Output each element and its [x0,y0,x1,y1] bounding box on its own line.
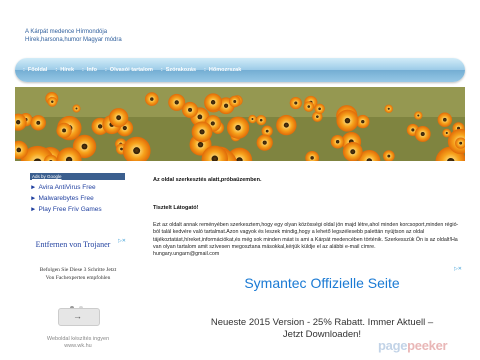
ad-title[interactable]: Symantec Offizielle Seite [210,274,434,293]
flower-center [387,107,390,110]
nav-item-info[interactable]: Info [87,67,97,73]
adchoices-icon[interactable]: ▷✕ [118,238,126,244]
flower-center [387,154,391,158]
flower-center [116,115,122,121]
flower-center [251,118,254,121]
flower-center [316,115,319,118]
flower-center [81,143,88,150]
ad-next-button[interactable]: → [58,308,100,326]
flower-center [233,100,237,103]
flower-field-image [15,87,465,161]
flower-center [16,147,22,153]
site-title[interactable]: A Kárpát medence Hírmondója Hírek,harson… [25,28,122,44]
nav-item-reader-content[interactable]: Olvasói tartalom [110,67,153,73]
flower-center [133,147,141,155]
flower-center [16,120,21,125]
flower-center [150,97,154,101]
sidebar: Ads by Google ► Avira AntiVirus Free ► Mal… [30,173,125,213]
flower-center [174,100,179,105]
flower-center [420,131,425,136]
flower-center [75,107,78,110]
header-banner-image [15,87,465,161]
flower-center [262,140,267,145]
flower-center [417,114,420,117]
flower-center [210,100,216,105]
flower-center [307,105,311,108]
arrow-icon: ► [30,184,37,191]
flower-center [188,107,193,112]
nav-item-news[interactable]: Hírek [60,67,74,73]
flower-center [197,114,203,120]
flower-center [350,149,356,155]
body-text: Ezt az oldalt annak reményében szerkeszt… [153,222,464,258]
flower-center [122,125,127,131]
ad-link-friv-games[interactable]: ► Play Free Friv Games [30,206,125,213]
flower-center [335,140,340,144]
trojan-removal-ad[interactable]: ▷✕ Entfernen von Trojaner Befolgen Sie D… [30,236,126,331]
flower-center [62,128,66,133]
flower-center [265,129,269,133]
flower-center [344,117,351,124]
adchoices-icon[interactable]: ▷✕ [454,266,462,272]
footer-credit-line1: Weboldal készítés ingyen [46,336,110,342]
flower-center [361,119,365,124]
flower-center [443,117,447,122]
footer-credit-line2: www.wk.hu [64,343,92,349]
flower-center [445,131,448,135]
nav-item-weather[interactable]: Hőmozrszak [209,67,241,73]
footer-credit[interactable]: Weboldal készítés ingyen www.wk.hu [33,336,123,350]
flower-center [223,103,229,108]
contact-email[interactable]: hungary.ungarn@gmail.com [153,251,219,257]
ad-link-avira[interactable]: ► Avira AntiVirus Free [30,184,125,191]
arrow-icon: ► [30,195,37,202]
ad-title[interactable]: Entfernen von Trojaner [35,240,111,250]
flower-center [411,128,415,132]
nav-item-entertainment[interactable]: Szórakozás [166,67,196,73]
ad-description: Befolgen Sie Diese 3 Schritte Jetzt Von … [39,267,117,281]
nav-item-home[interactable]: Főoldal [28,67,48,73]
flower-center [310,156,314,160]
flower-center [51,100,54,104]
flower-center [199,129,205,135]
ads-by-google-label[interactable]: Ads by Google [30,173,125,180]
flower-center [459,141,463,145]
flower-center [259,118,263,122]
arrow-right-icon: → [73,311,82,321]
flower-center [36,120,41,125]
main-navigation: : Főoldal : Hírek : Info : Olvasói tarta… [15,58,465,82]
flower-center [318,107,321,111]
body-paragraph: Ezt az oldalt annak reményében szerkeszt… [153,222,459,250]
flower-center [197,141,204,148]
flower-center [294,101,298,105]
arrow-icon: ► [30,206,37,213]
ad-link-malwarebytes[interactable]: ► Malwarebytes Free [30,195,125,202]
pagepeeker-watermark: pagepeeker [378,338,448,353]
flower-center [97,124,103,129]
flower-center [235,124,241,131]
flower-center [283,122,289,128]
site-title-line2: Hírek,harsona,humor Magyar módra [25,37,122,43]
page-heading: Az oldal szerkesztés alatt,próbaüzemben. [153,177,262,183]
site-title-line1: A Kárpát medence Hírmondója [25,29,108,35]
greeting: Tisztelt Látogató! [153,205,199,211]
flower-center [120,147,123,151]
flower-center [210,121,215,126]
